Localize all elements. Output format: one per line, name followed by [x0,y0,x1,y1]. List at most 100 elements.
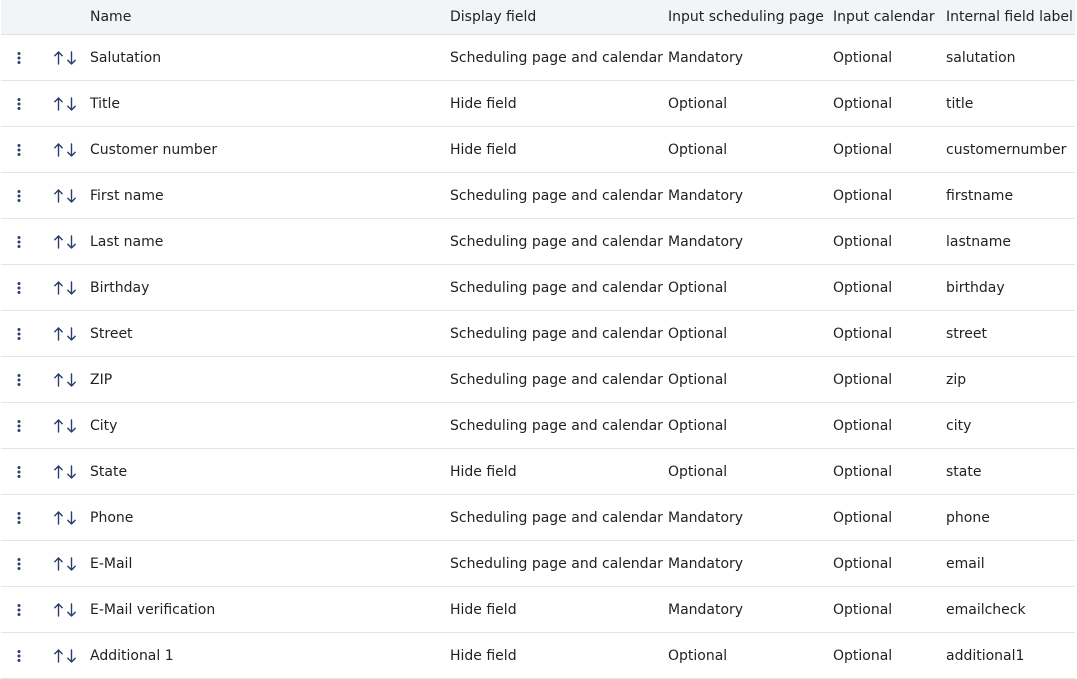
display-field-value: Scheduling page and calendar [450,187,663,204]
more-options-icon[interactable] [11,416,31,436]
row-menu-cell [11,35,31,80]
move-down-icon[interactable] [66,464,77,480]
input-scheduling-page-value: Optional [668,325,728,342]
move-down-icon[interactable] [66,418,77,434]
move-up-icon[interactable] [53,418,64,434]
table-row[interactable]: Title Hide field Optional Optional title [1,81,1075,127]
column-header-input-scheduling-page[interactable]: Input scheduling page [668,0,824,34]
move-down-icon[interactable] [66,234,77,250]
row-menu-cell [11,495,31,540]
move-down-icon[interactable] [66,142,77,158]
internal-field-label-value: emailcheck [946,601,1026,618]
move-up-icon[interactable] [53,602,64,618]
input-calendar-value: Optional [833,555,893,572]
move-down-icon[interactable] [66,510,77,526]
table-row[interactable]: Last name Scheduling page and calendar M… [1,219,1075,265]
move-up-icon[interactable] [53,326,64,342]
column-header-display-field[interactable]: Display field [450,0,536,34]
column-header-internal-field-label[interactable]: Internal field label [946,0,1073,34]
row-sort-cell [53,311,83,356]
sort-controls [53,648,77,664]
input-calendar-value: Optional [833,279,893,296]
move-up-icon[interactable] [53,50,64,66]
table-row[interactable]: Phone Scheduling page and calendar Manda… [1,495,1075,541]
sort-controls [53,280,77,296]
field-name: Last name [90,233,164,250]
sort-controls [53,234,77,250]
row-sort-cell [53,449,83,494]
field-name: E-Mail verification [90,601,216,618]
move-down-icon[interactable] [66,188,77,204]
form-fields-table: Name Display field Input scheduling page… [1,0,1075,679]
more-options-icon[interactable] [11,48,31,68]
more-options-icon[interactable] [11,554,31,574]
table-row[interactable]: Customer number Hide field Optional Opti… [1,127,1075,173]
table-body: Salutation Scheduling page and calendar … [1,35,1075,679]
display-field-value: Scheduling page and calendar [450,325,663,342]
table-row[interactable]: E-Mail Scheduling page and calendar Mand… [1,541,1075,587]
table-row[interactable]: Additional 1 Hide field Optional Optiona… [1,633,1075,679]
display-field-value: Hide field [450,463,517,480]
move-up-icon[interactable] [53,96,64,112]
more-options-icon[interactable] [11,278,31,298]
more-options-icon[interactable] [11,600,31,620]
sort-controls [53,50,77,66]
table-row[interactable]: Salutation Scheduling page and calendar … [1,35,1075,81]
field-name: Birthday [90,279,150,296]
row-sort-cell [53,587,83,632]
move-down-icon[interactable] [66,602,77,618]
move-up-icon[interactable] [53,142,64,158]
move-up-icon[interactable] [53,280,64,296]
more-options-icon[interactable] [11,186,31,206]
table-row[interactable]: Birthday Scheduling page and calendar Op… [1,265,1075,311]
column-header-input-calendar[interactable]: Input calendar [833,0,935,34]
move-down-icon[interactable] [66,280,77,296]
move-up-icon[interactable] [53,234,64,250]
internal-field-label-value: customernumber [946,141,1067,158]
internal-field-label-value: phone [946,509,990,526]
more-options-icon[interactable] [11,646,31,666]
input-scheduling-page-value: Mandatory [668,49,744,66]
move-up-icon[interactable] [53,464,64,480]
move-up-icon[interactable] [53,188,64,204]
more-options-icon[interactable] [11,324,31,344]
more-options-icon[interactable] [11,94,31,114]
move-up-icon[interactable] [53,648,64,664]
row-sort-cell [53,219,83,264]
move-down-icon[interactable] [66,556,77,572]
display-field-value: Scheduling page and calendar [450,233,663,250]
internal-field-label-value: city [946,417,972,434]
table-row[interactable]: City Scheduling page and calendar Option… [1,403,1075,449]
sort-controls [53,142,77,158]
move-up-icon[interactable] [53,510,64,526]
input-scheduling-page-value: Optional [668,647,728,664]
table-row[interactable]: State Hide field Optional Optional state [1,449,1075,495]
move-down-icon[interactable] [66,648,77,664]
input-scheduling-page-value: Optional [668,371,728,388]
more-options-icon[interactable] [11,232,31,252]
move-down-icon[interactable] [66,326,77,342]
field-name: Customer number [90,141,218,158]
input-scheduling-page-value: Optional [668,463,728,480]
move-up-icon[interactable] [53,372,64,388]
more-options-icon[interactable] [11,508,31,528]
move-down-icon[interactable] [66,96,77,112]
row-menu-cell [11,81,31,126]
row-sort-cell [53,127,83,172]
more-options-icon[interactable] [11,140,31,160]
row-menu-cell [11,587,31,632]
more-options-icon[interactable] [11,462,31,482]
move-down-icon[interactable] [66,50,77,66]
move-up-icon[interactable] [53,556,64,572]
sort-controls [53,96,77,112]
table-row[interactable]: First name Scheduling page and calendar … [1,173,1075,219]
internal-field-label-value: zip [946,371,967,388]
table-row[interactable]: ZIP Scheduling page and calendar Optiona… [1,357,1075,403]
table-row[interactable]: E-Mail verification Hide field Mandatory… [1,587,1075,633]
table-row[interactable]: Street Scheduling page and calendar Opti… [1,311,1075,357]
move-down-icon[interactable] [66,372,77,388]
display-field-value: Scheduling page and calendar [450,555,663,572]
column-header-name[interactable]: Name [90,0,131,34]
row-sort-cell [53,357,83,402]
more-options-icon[interactable] [11,370,31,390]
